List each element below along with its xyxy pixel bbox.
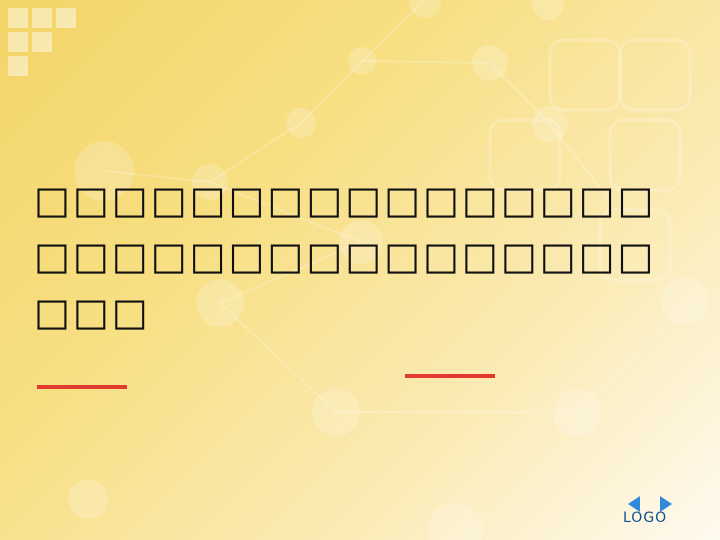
answer-line-right xyxy=(405,374,495,378)
logo-text: LOGO xyxy=(623,510,668,526)
slide-text-block: □□□□□□□□□□□□□□□□□□□□□□□□□□□□□□□□□□□ xyxy=(34,178,657,334)
logo: LOGO xyxy=(620,496,680,530)
answer-line-left xyxy=(37,385,127,389)
